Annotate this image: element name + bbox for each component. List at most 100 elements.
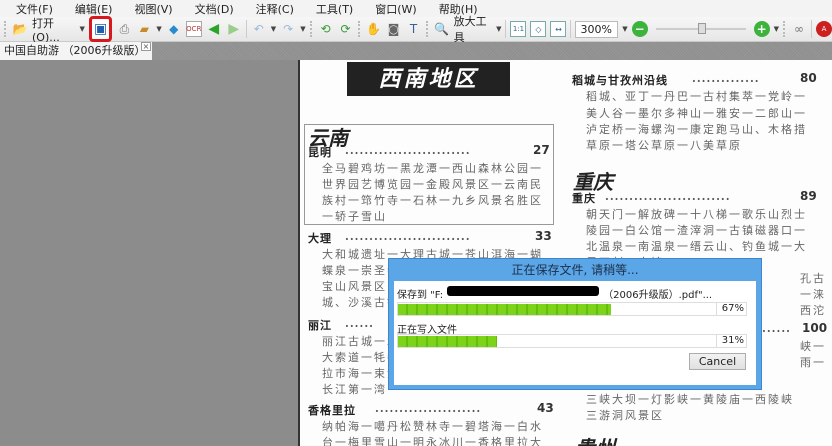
- toolbar-grip[interactable]: [309, 21, 314, 37]
- separator: [245, 20, 247, 38]
- adobe-icon[interactable]: A: [816, 21, 832, 37]
- text-line: 泸定桥一海螺沟一康定跑马山、木格措: [586, 123, 807, 136]
- step-progress-bar: 31%: [397, 334, 747, 348]
- section-title: 香格里拉: [308, 404, 356, 417]
- zoom-in-dropdown-icon[interactable]: ▼: [774, 25, 779, 33]
- menu-bar: 文件(F) 编辑(E) 视图(V) 文档(D) 注释(C) 工具(T) 窗口(W…: [0, 0, 832, 17]
- page-number: 43: [537, 401, 554, 415]
- toolbar-grip[interactable]: [783, 21, 787, 37]
- folder-open-icon[interactable]: 📂: [12, 21, 28, 37]
- leader-dots: ..........................: [605, 190, 731, 203]
- scan-icon[interactable]: ◆: [166, 21, 182, 37]
- save-button[interactable]: ▣: [88, 16, 113, 42]
- zoom-in-icon[interactable]: +: [753, 21, 770, 37]
- saving-dialog: 正在保存文件, 请稍等... 保存到 "F: （2006升级版）.pdf"... …: [388, 258, 762, 390]
- separator: [811, 20, 812, 38]
- rotate-right-icon[interactable]: ⟳: [338, 21, 354, 37]
- undo-dropdown-icon[interactable]: ▼: [271, 25, 276, 33]
- dialog-title: 正在保存文件, 请稍等...: [511, 263, 639, 277]
- page-number: 33: [535, 229, 552, 243]
- zoom-out-icon[interactable]: −: [631, 21, 648, 37]
- tab-title: 中国自助游 （2006升级版）*: [4, 44, 151, 57]
- leader-dots: ..........................: [345, 230, 471, 243]
- separator: [570, 20, 572, 38]
- menu-document[interactable]: 文档(D): [195, 1, 234, 17]
- overall-progress-bar: 67%: [397, 302, 747, 316]
- text-line: 美人谷一墨尔多神山一雅安一二郎山一: [586, 107, 807, 120]
- text-line: 三峡大坝一灯影峡一黄陵庙一西陵峡: [586, 393, 794, 406]
- fit-width-icon[interactable]: ↔: [550, 21, 567, 37]
- cancel-button[interactable]: Cancel: [689, 353, 746, 370]
- share-dropdown-icon[interactable]: ▼: [156, 25, 161, 33]
- text-line: 三游洞风景区: [586, 409, 664, 422]
- text-line: 宝山风景区: [322, 280, 387, 293]
- text-line: 北温泉一南温泉一缙云山、钓鱼城一大: [586, 240, 807, 253]
- zoom-slider[interactable]: [655, 23, 746, 34]
- zoom-in-tool-icon[interactable]: 🔍: [434, 21, 450, 37]
- text-line: 陵园一白公馆一渣滓洞一古镇磁器口一: [586, 224, 807, 237]
- zoom-tool-button[interactable]: 放大工具: [454, 13, 493, 45]
- province-heading: 贵州: [575, 432, 615, 446]
- text-line: 一轿子雪山: [322, 210, 387, 223]
- page-number: 100: [802, 321, 828, 335]
- find-icon[interactable]: ∞: [791, 21, 807, 37]
- redo-dropdown-icon[interactable]: ▼: [300, 25, 305, 33]
- close-tab-icon[interactable]: ×: [141, 42, 151, 51]
- redacted-path: [447, 286, 599, 296]
- ocr-icon[interactable]: OCR: [185, 21, 202, 37]
- zoom-level-dropdown-icon[interactable]: ▼: [622, 25, 627, 33]
- page-number: 80: [800, 71, 817, 85]
- toolbar-grip[interactable]: [357, 21, 362, 37]
- zoom-level-input[interactable]: 300%: [575, 20, 619, 38]
- region-title: 西南地区: [347, 62, 510, 96]
- menu-view[interactable]: 视图(V): [134, 1, 172, 17]
- menu-comment[interactable]: 注释(C): [256, 1, 294, 17]
- toolbar-grip[interactable]: [4, 21, 8, 37]
- menu-edit[interactable]: 编辑(E): [75, 1, 113, 17]
- text-line: 一涞: [800, 288, 826, 301]
- leader-dots: ......: [762, 322, 791, 335]
- rotate-left-icon[interactable]: ⟲: [318, 21, 334, 37]
- redo-icon[interactable]: ↷: [280, 21, 296, 37]
- print-icon[interactable]: ⎙: [116, 21, 132, 37]
- undo-icon[interactable]: ↶: [251, 21, 267, 37]
- page-number: 27: [533, 143, 550, 157]
- leader-dots: ......: [345, 317, 374, 330]
- tab-document[interactable]: 中国自助游 （2006升级版）* ×: [0, 42, 152, 60]
- menu-tools[interactable]: 工具(T): [316, 1, 353, 17]
- snapshot-icon[interactable]: ◙: [386, 21, 402, 37]
- zoom-tool-dropdown-icon[interactable]: ▼: [496, 25, 501, 33]
- text-line: 纳帕海一噶丹松赞林寺一碧塔海一白水: [322, 420, 543, 433]
- section-title: 昆明: [308, 146, 332, 159]
- zoom-slider-thumb[interactable]: [697, 23, 706, 34]
- section-title: 重庆: [572, 192, 596, 205]
- actual-size-icon[interactable]: 1:1: [510, 21, 527, 37]
- forward-icon[interactable]: ▶: [226, 21, 242, 37]
- open-button[interactable]: 打开(O)...: [32, 15, 76, 44]
- save-path-suffix: （2006升级版）.pdf"...: [603, 290, 713, 301]
- tab-bar: 中国自助游 （2006升级版）* ×: [0, 42, 832, 60]
- save-path-prefix: 保存到 "F:: [397, 290, 444, 301]
- text-line: 峡一: [800, 340, 826, 353]
- step-progress-percent: 31%: [716, 335, 746, 347]
- menu-window[interactable]: 窗口(W): [375, 1, 416, 17]
- text-line: 世界园艺博览园一金殿风景区一云南民: [322, 178, 543, 191]
- select-text-icon[interactable]: T: [406, 21, 422, 37]
- save-icon: ▣: [94, 21, 108, 37]
- text-line: 长江第一湾: [322, 383, 387, 396]
- leader-dots: ......................: [375, 402, 482, 415]
- section-title: 大理: [308, 232, 332, 245]
- toolbar-grip[interactable]: [425, 21, 430, 37]
- overall-progress-percent: 67%: [716, 303, 746, 315]
- fit-page-icon[interactable]: ◇: [530, 21, 547, 37]
- step-progress-fill: [398, 336, 497, 347]
- text-line: 族村一筇竹寺一石林一九乡风景名胜区: [322, 194, 543, 207]
- share-icon[interactable]: ▰: [136, 21, 152, 37]
- open-dropdown-icon[interactable]: ▼: [80, 25, 85, 33]
- hand-tool-icon[interactable]: ✋: [366, 21, 382, 37]
- text-line: 雨一: [800, 356, 826, 369]
- text-line: 全马碧鸡坊一黑龙潭一西山森林公园一: [322, 162, 543, 175]
- text-line: 稻城、亚丁一丹巴一古村集萃一党岭一: [586, 90, 807, 103]
- back-icon[interactable]: ◀: [206, 21, 222, 37]
- leader-dots: ..........................: [345, 144, 471, 157]
